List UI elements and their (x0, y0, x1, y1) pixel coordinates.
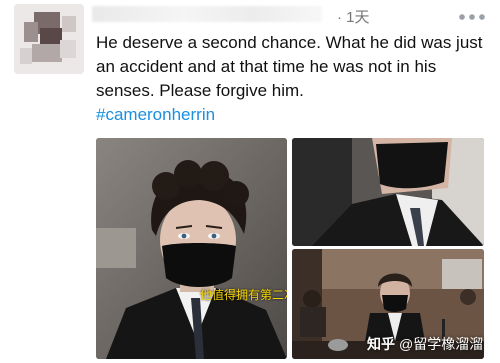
media-photo-1[interactable]: 他值得拥有第二次机会。那只是个意外，请原谅他。 (96, 138, 287, 359)
photo-2-illustration (292, 138, 484, 246)
more-dots-icon[interactable] (458, 8, 486, 24)
zhihu-logo-text: 知乎 (367, 336, 395, 352)
more-dots-icon-svg (459, 14, 485, 20)
watermark: 知乎 @留学橡溜溜 (367, 334, 483, 354)
username-redacted[interactable] (92, 6, 322, 22)
post-text: He deserve a second chance. What he did … (96, 33, 483, 100)
watermark-handle: @留学橡溜溜 (399, 336, 484, 352)
post-timestamp: · 1天 (337, 9, 370, 26)
media-photo-2[interactable] (292, 138, 484, 246)
photo-1-illustration (96, 138, 287, 359)
post-text-container: He deserve a second chance. What he did … (96, 31, 492, 127)
hashtag-link[interactable]: #cameronherrin (96, 103, 492, 127)
media-caption: 他值得拥有第二次机会。那只是个意外，请原谅他。 (200, 288, 287, 302)
avatar[interactable] (14, 4, 84, 74)
